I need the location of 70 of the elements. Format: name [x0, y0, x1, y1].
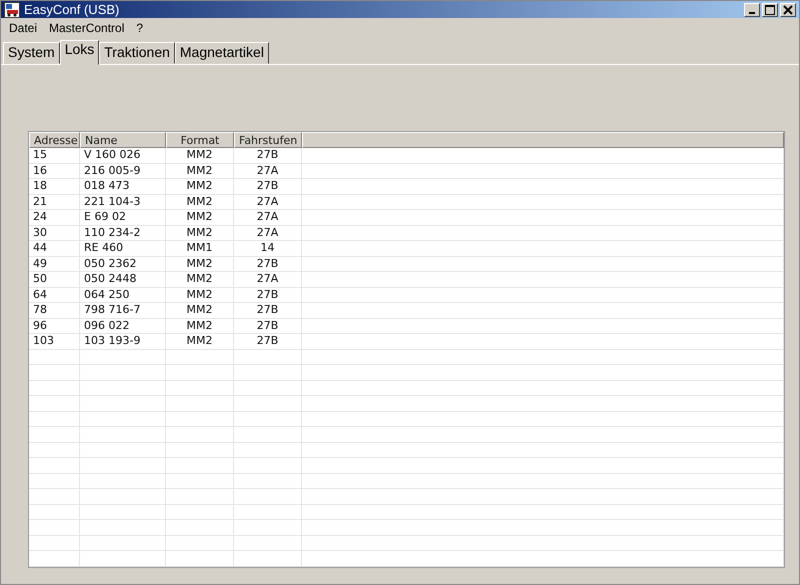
table-cell: MM2	[166, 318, 234, 333]
maximize-button[interactable]	[762, 2, 778, 16]
table-cell: 27B	[234, 179, 302, 194]
tab[interactable]: Magnetartikel	[174, 42, 269, 64]
window-title: EasyConf (USB)	[24, 2, 120, 17]
maximize-icon	[765, 4, 775, 14]
column-header[interactable]: Adresse	[29, 132, 80, 148]
table-cell: 050 2362	[80, 256, 166, 271]
table-cell: V 160 026	[80, 148, 166, 162]
table-cell: 15	[29, 148, 80, 162]
table-cell: 221 104-3	[80, 194, 166, 209]
table-cell: MM2	[166, 256, 234, 271]
table-cell: 18	[29, 179, 80, 194]
table-cell: MM2	[166, 272, 234, 286]
table-cell: 64	[29, 288, 80, 302]
minimize-icon	[749, 12, 755, 14]
table-cell: 27B	[234, 303, 302, 318]
table-cell: 24	[29, 210, 80, 224]
table-cell: 21	[29, 194, 80, 209]
table-cell: MM2	[166, 194, 234, 209]
table-cell: 27A	[234, 272, 302, 286]
table-cell: 78	[29, 303, 80, 318]
column-header[interactable]: Name	[80, 132, 166, 148]
column-header[interactable]: Format	[166, 132, 234, 148]
table-cell: MM2	[166, 226, 234, 240]
column-header[interactable]: Fahrstufen	[234, 132, 302, 148]
table-cell: 096 022	[80, 318, 166, 333]
table-cell: MM2	[166, 210, 234, 224]
table-cell: 27B	[234, 256, 302, 271]
table-cell: 27A	[234, 194, 302, 209]
close-button[interactable]	[780, 2, 796, 16]
table-cell: RE 460	[80, 241, 166, 256]
table-cell: MM2	[166, 303, 234, 318]
table-cell: 49	[29, 256, 80, 271]
tab[interactable]: Traktionen	[99, 42, 175, 64]
table-cell: 30	[29, 226, 80, 240]
table-cell: 27B	[234, 334, 302, 348]
table-cell: MM2	[166, 148, 234, 162]
table-cell: 14	[234, 241, 302, 256]
table-cell: 27A	[234, 164, 302, 178]
table-cell: 103	[29, 334, 80, 348]
table-cell: 96	[29, 318, 80, 333]
table-cell: MM2	[166, 288, 234, 302]
tab[interactable]: Loks	[60, 40, 100, 65]
table-cell: 216 005-9	[80, 164, 166, 178]
table-cell: 16	[29, 164, 80, 178]
table-cell: MM2	[166, 179, 234, 194]
menu-item[interactable]: Datei	[9, 21, 38, 35]
table-cell: 27B	[234, 288, 302, 302]
table-cell: E 69 02	[80, 210, 166, 224]
table-cell: MM2	[166, 164, 234, 178]
menu-item[interactable]: MasterControl	[49, 21, 124, 35]
table-cell: 110 234-2	[80, 226, 166, 240]
table-cell: 50	[29, 272, 80, 286]
table-cell: 050 2448	[80, 272, 166, 286]
table-cell: 44	[29, 241, 80, 256]
table-cell: 018 473	[80, 179, 166, 194]
table-cell: 064 250	[80, 288, 166, 302]
table-cell: 27A	[234, 210, 302, 224]
table-cell: MM1	[166, 241, 234, 256]
app-icon	[4, 2, 20, 18]
table-cell: 27B	[234, 148, 302, 162]
menu-item[interactable]: ?	[136, 21, 144, 35]
table-cell: 798 716-7	[80, 303, 166, 318]
table-cell: 103 193-9	[80, 334, 166, 348]
table-cell: MM2	[166, 334, 234, 348]
close-icon	[783, 4, 793, 14]
table-cell: 27B	[234, 318, 302, 333]
minimize-button[interactable]	[744, 2, 760, 16]
table-cell: 27A	[234, 226, 302, 240]
